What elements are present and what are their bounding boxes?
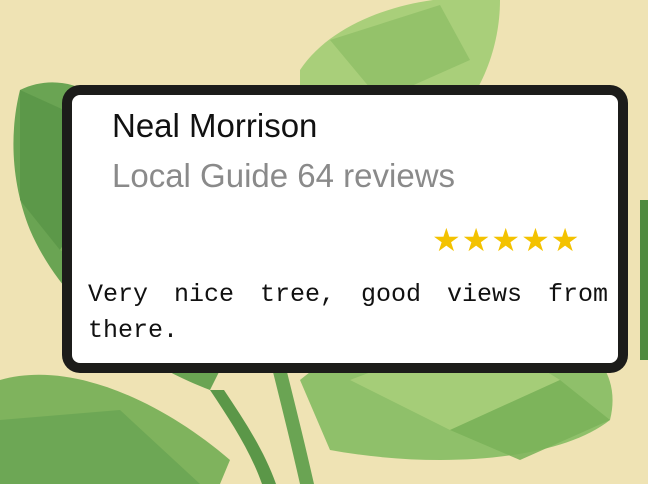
review-card: Neal Morrison Local Guide 64 reviews ★★★… (62, 85, 628, 373)
reviewer-meta: Local Guide 64 reviews (112, 157, 456, 194)
reviewer-name[interactable]: Neal Morrison (112, 107, 317, 145)
review-text: Very nice tree, good views from there. (88, 280, 608, 345)
review-card-body: Neal Morrison Local Guide 64 reviews ★★★… (72, 95, 618, 363)
screen: Neal Morrison Local Guide 64 reviews ★★★… (0, 0, 648, 484)
star-rating: ★★★★★ (432, 221, 581, 259)
